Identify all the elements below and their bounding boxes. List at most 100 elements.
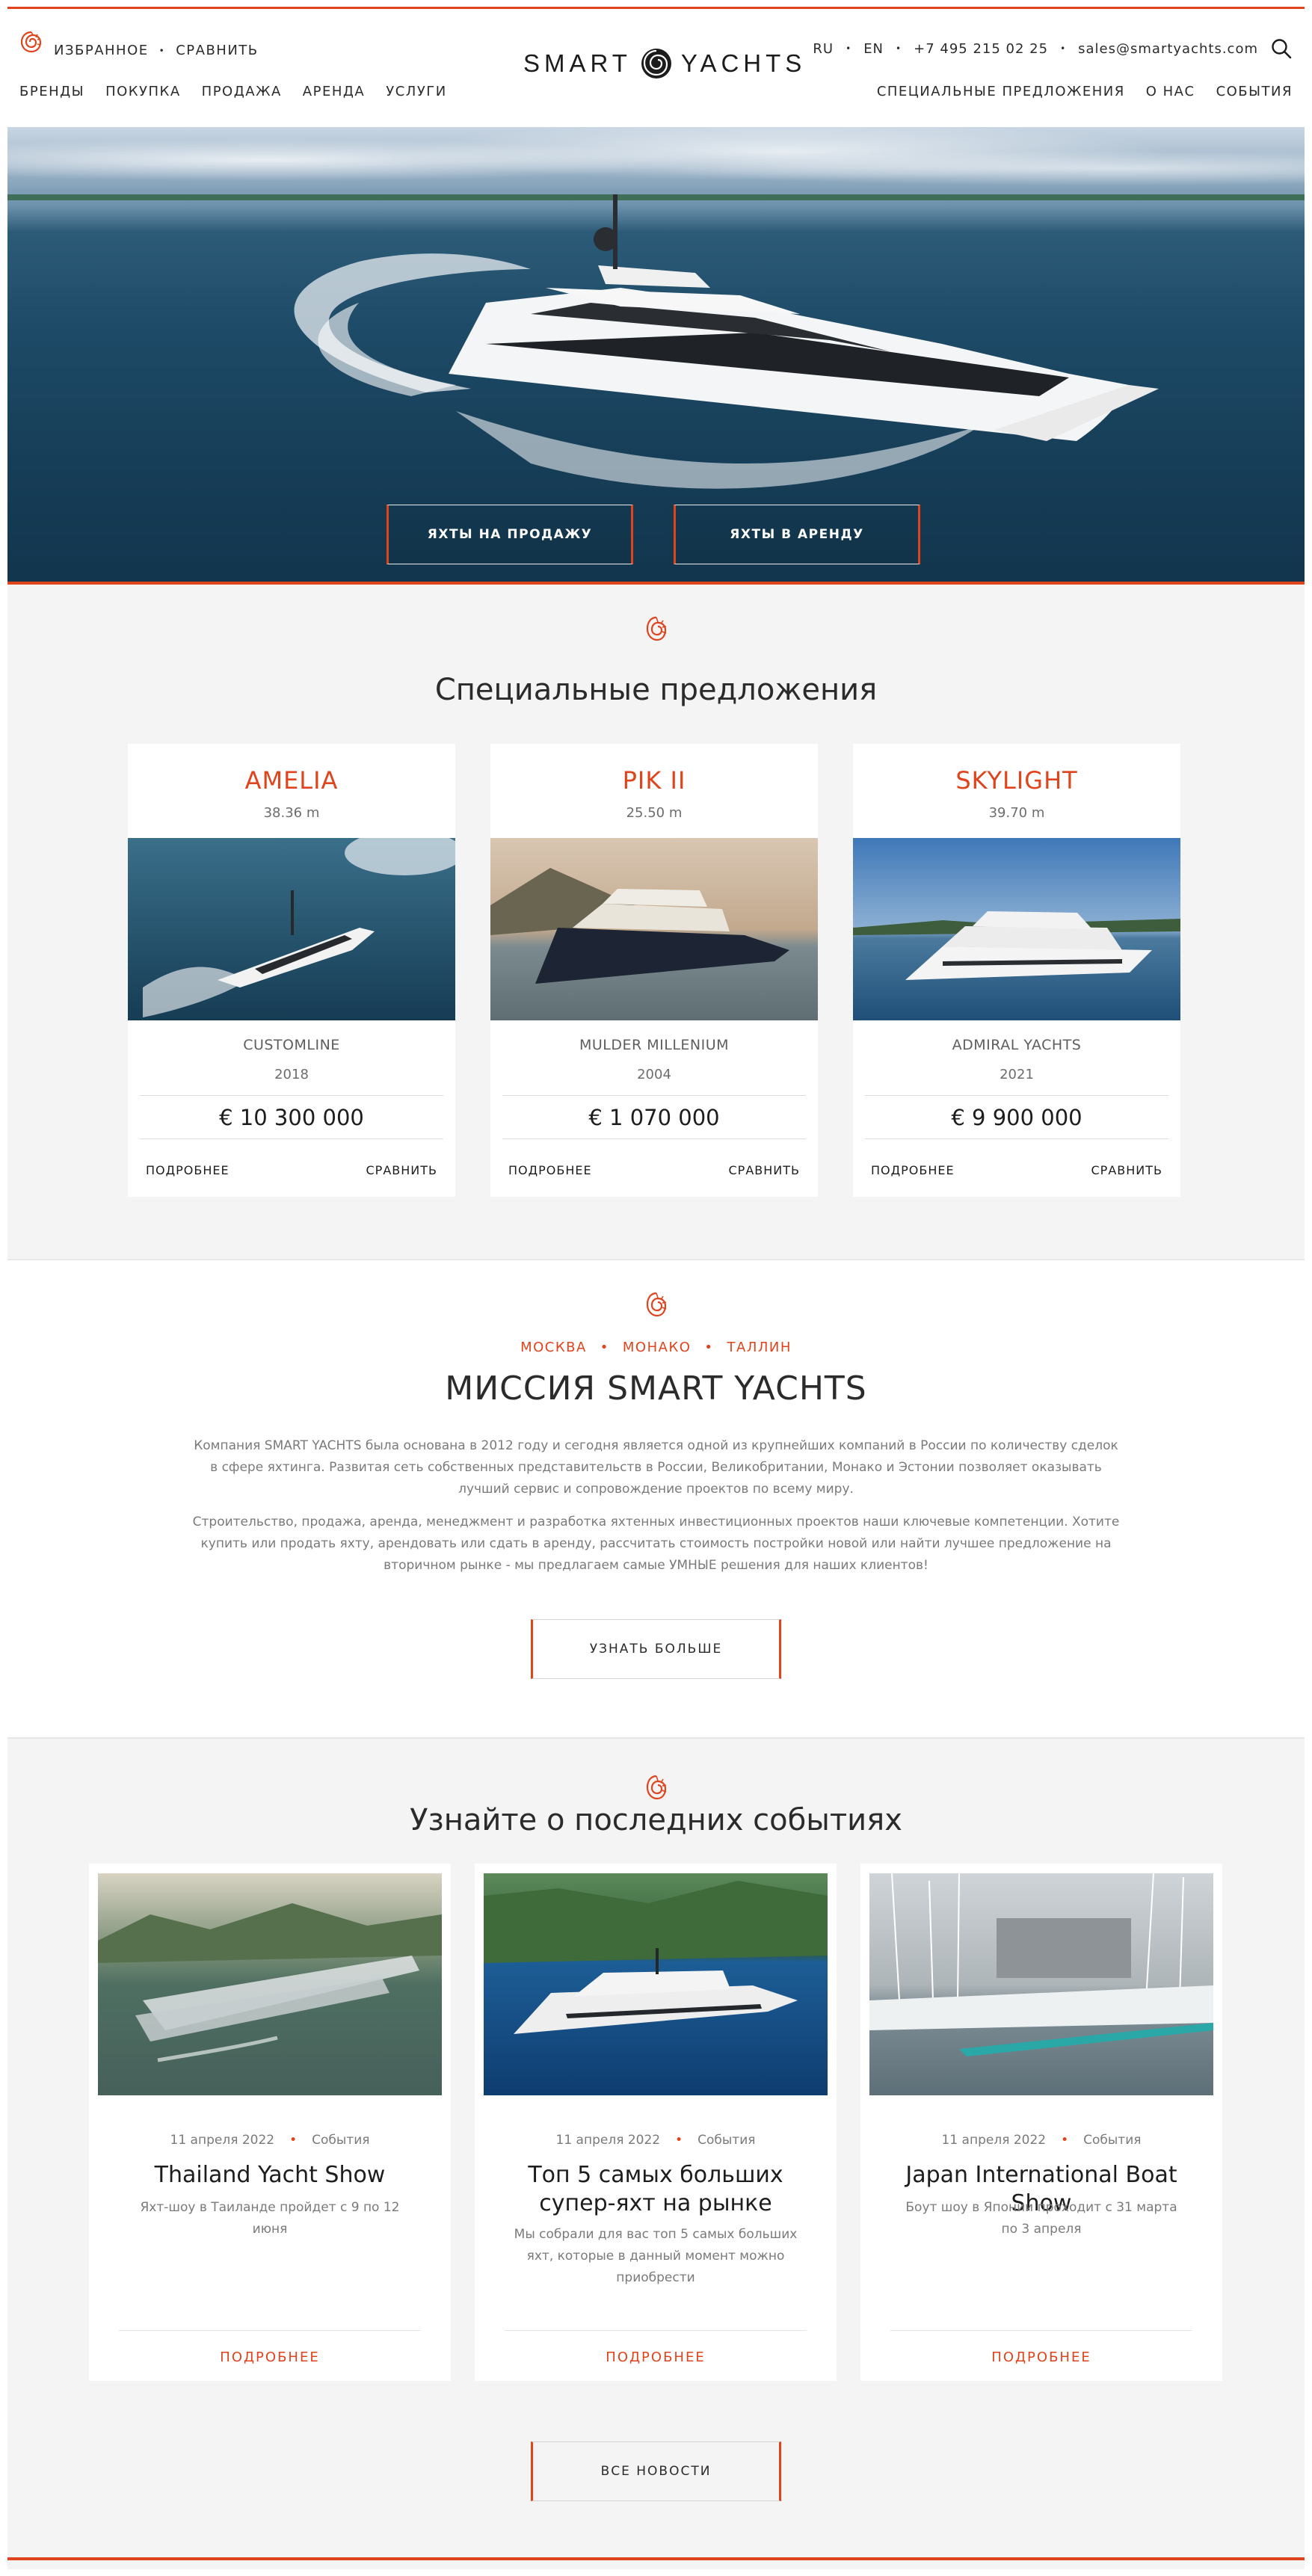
news-details-link[interactable]: ПОДРОБНЕЕ — [475, 2349, 837, 2365]
brand-word-yachts: YACHTS — [680, 49, 807, 77]
offer-name[interactable]: AMELIA — [128, 766, 455, 795]
separator-dot: • — [675, 2133, 683, 2148]
yachts-for-sale-button[interactable]: ЯХТЫ НА ПРОДАЖУ — [386, 505, 633, 564]
news-card[interactable]: 11 апреля 2022 • События Топ 5 самых бол… — [475, 1864, 837, 2381]
email-link[interactable]: sales@smartyachts.com — [1078, 41, 1258, 57]
lang-en[interactable]: EN — [863, 41, 884, 57]
separator-dot: • — [846, 43, 852, 54]
office-cities: МОСКВА • МОНАКО • ТАЛЛИН — [7, 1340, 1305, 1355]
offer-card[interactable]: SKYLIGHT 39.70 m ADMIRAL YACHTS 2021 € 9… — [853, 744, 1180, 1197]
divider — [7, 1737, 1305, 1739]
news-headline[interactable]: Thailand Yacht Show — [104, 2161, 436, 2190]
shell-logo-icon[interactable] — [19, 30, 43, 54]
nav-brands[interactable]: БРЕНДЫ — [19, 84, 84, 99]
news-card[interactable]: 11 апреля 2022 • События Thailand Yacht … — [89, 1864, 451, 2381]
favorites-link[interactable]: ИЗБРАННОЕ — [54, 43, 149, 58]
offer-details-link[interactable]: ПОДРОБНЕЕ — [146, 1163, 230, 1177]
news-title: Узнайте о последних событиях — [410, 1803, 902, 1837]
city-monaco: МОНАКО — [622, 1340, 692, 1355]
offer-image[interactable] — [490, 838, 818, 1020]
mission-paragraph: Компания SMART YACHTS была основана в 20… — [194, 1438, 1118, 1497]
separator-dot: • — [896, 43, 902, 54]
news-meta: 11 апреля 2022 • События — [475, 2133, 837, 2148]
offer-compare-link[interactable]: СРАВНИТЬ — [366, 1163, 438, 1177]
news-category[interactable]: События — [697, 2133, 755, 2148]
news-date: 11 апреля 2022 — [555, 2133, 661, 2148]
shell-logo-icon — [646, 1292, 667, 1317]
nav-rent[interactable]: АРЕНДА — [303, 84, 365, 99]
offer-builder: MULDER MILLENIUM — [579, 1037, 730, 1053]
offer-details-link[interactable]: ПОДРОБНЕЕ — [508, 1163, 592, 1177]
offer-price: € 9 900 000 — [951, 1105, 1082, 1130]
news-image[interactable] — [98, 1873, 442, 2095]
offer-year: 2021 — [1000, 1067, 1034, 1082]
divider — [865, 1095, 1168, 1096]
news-image[interactable] — [484, 1873, 828, 2095]
nav-services[interactable]: УСЛУГИ — [386, 84, 446, 99]
mission-title: МИССИЯ SMART YACHTS — [445, 1369, 867, 1408]
nav-sell[interactable]: ПРОДАЖА — [202, 84, 282, 99]
offer-price: € 10 300 000 — [219, 1105, 364, 1130]
offer-length: 25.50 m — [626, 805, 683, 821]
main-nav-right: СПЕЦИАЛЬНЫЕ ПРЕДЛОЖЕНИЯ О НАС СОБЫТИЯ — [877, 84, 1293, 99]
offer-name[interactable]: SKYLIGHT — [853, 766, 1180, 795]
nav-events[interactable]: СОБЫТИЯ — [1216, 84, 1293, 99]
offer-card[interactable]: AMELIA 38.36 m CUSTOMLINE 2018 € 10 300 … — [128, 744, 455, 1197]
shell-logo-icon — [641, 49, 671, 78]
news-meta: 11 апреля 2022 • События — [89, 2133, 451, 2148]
nav-about[interactable]: О НАС — [1146, 84, 1195, 99]
news-details-link[interactable]: ПОДРОБНЕЕ — [860, 2349, 1222, 2365]
separator-dot: • — [158, 45, 166, 56]
learn-more-button[interactable]: УЗНАТЬ БОЛЬШЕ — [531, 1619, 781, 1679]
nav-special-offers[interactable]: СПЕЦИАЛЬНЫЕ ПРЕДЛОЖЕНИЯ — [877, 84, 1125, 99]
city-tallinn: ТАЛЛИН — [727, 1340, 792, 1355]
compare-link[interactable]: СРАВНИТЬ — [176, 43, 258, 58]
shell-logo-icon — [646, 1775, 667, 1800]
news-card[interactable]: 11 апреля 2022 • События Japan Internati… — [860, 1864, 1222, 2381]
news-category[interactable]: События — [312, 2133, 369, 2148]
divider — [865, 1138, 1168, 1139]
divider — [502, 1095, 806, 1096]
search-icon[interactable] — [1270, 37, 1293, 60]
news-date: 11 апреля 2022 — [170, 2133, 275, 2148]
news-description: Боут шоу в Японии проходит с 31 марта по… — [905, 2200, 1177, 2237]
lang-ru[interactable]: RU — [813, 41, 834, 57]
offer-compare-link[interactable]: СРАВНИТЬ — [1091, 1163, 1163, 1177]
mission-section: МОСКВА • МОНАКО • ТАЛЛИН МИССИЯ SMART YA… — [7, 1259, 1305, 1737]
phone-link[interactable]: +7 495 215 02 25 — [914, 41, 1048, 57]
offer-card[interactable]: PIK II 25.50 m MULDER MILLENIUM 2004 € 1… — [490, 744, 818, 1197]
city-moscow: МОСКВА — [520, 1340, 587, 1355]
yachts-for-rent-button[interactable]: ЯХТЫ В АРЕНДУ — [674, 505, 920, 564]
all-news-button[interactable]: ВСЕ НОВОСТИ — [531, 2441, 781, 2501]
brand-word-smart: SMART — [523, 49, 632, 77]
news-image[interactable] — [869, 1873, 1213, 2095]
news-headline[interactable]: Топ 5 самых больших супер-яхт на рынке — [490, 2161, 822, 2218]
offer-length: 38.36 m — [263, 805, 320, 821]
offer-image[interactable] — [128, 838, 455, 1020]
news-section: Узнайте о последних событиях 11 апреля 2… — [7, 1737, 1305, 2569]
news-details-link[interactable]: ПОДРОБНЕЕ — [89, 2349, 451, 2365]
hero-banner: ЯХТЫ НА ПРОДАЖУ ЯХТЫ В АРЕНДУ — [7, 127, 1305, 585]
news-category[interactable]: События — [1083, 2133, 1141, 2148]
offer-year: 2018 — [274, 1067, 309, 1082]
offer-details-link[interactable]: ПОДРОБНЕЕ — [871, 1163, 955, 1177]
offer-year: 2004 — [637, 1067, 671, 1082]
offer-image[interactable] — [853, 838, 1180, 1020]
site-header: ИЗБРАННОЕ • СРАВНИТЬ БРЕНДЫ ПОКУПКА ПРОД… — [7, 9, 1305, 127]
news-description: Яхт-шоу в Таиланде пройдет с 9 по 12 июн… — [140, 2200, 400, 2237]
separator-dot: • — [1060, 43, 1067, 54]
footer-accent-line — [7, 2557, 1305, 2560]
special-offers-title: Специальные предложения — [434, 673, 878, 707]
divider — [140, 1095, 443, 1096]
nav-buy[interactable]: ПОКУПКА — [105, 84, 181, 99]
brand-logo[interactable]: SMART YACHTS — [523, 46, 806, 81]
offer-compare-link[interactable]: СРАВНИТЬ — [729, 1163, 801, 1177]
divider — [119, 2330, 421, 2331]
special-offers-section: Специальные предложения AMELIA 38.36 m C… — [7, 585, 1305, 1259]
news-date: 11 апреля 2022 — [941, 2133, 1047, 2148]
separator-dot: • — [1061, 2133, 1069, 2148]
offer-length: 39.70 m — [988, 805, 1045, 821]
offer-name[interactable]: PIK II — [490, 766, 818, 795]
divider — [502, 1138, 806, 1139]
main-nav-left: БРЕНДЫ ПОКУПКА ПРОДАЖА АРЕНДА УСЛУГИ — [19, 84, 447, 99]
